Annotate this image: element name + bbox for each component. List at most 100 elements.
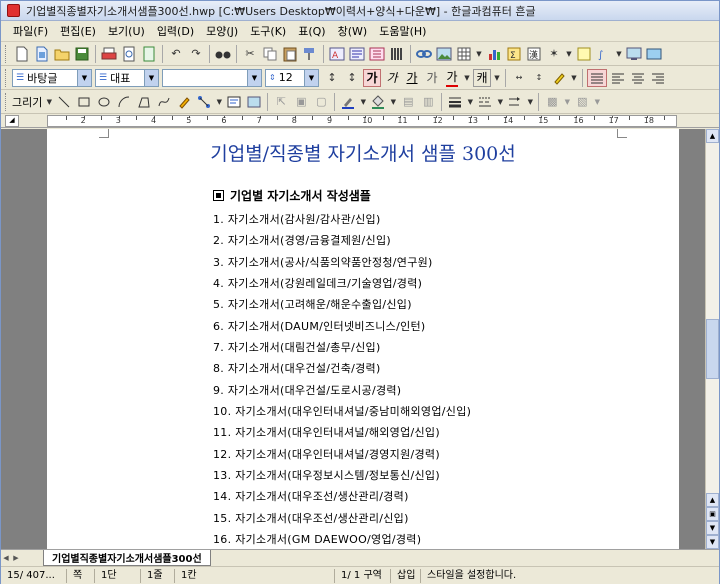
group-icon[interactable]: ▣ [292,93,310,111]
paste-icon[interactable] [281,45,299,63]
undo-icon[interactable]: ↶ [167,45,185,63]
shadow-icon[interactable]: ▩ [543,93,561,111]
dropdown-arrow-icon[interactable]: ▼ [526,93,534,111]
template-icon[interactable] [33,45,51,63]
web-view-icon[interactable] [625,45,643,63]
find-binoculars-icon[interactable] [214,45,232,63]
chevron-down-icon[interactable]: ▼ [304,69,318,86]
rectangle-tool-icon[interactable] [75,93,93,111]
ruler-bars-icon[interactable] [388,45,406,63]
bring-front-icon[interactable]: ▤ [399,93,417,111]
document-tab[interactable]: 기업별직종별자기소개서샘플300선 [43,550,211,566]
print-icon[interactable] [100,45,118,63]
menu-file[interactable]: 파일(F) [7,23,54,39]
align-left-button[interactable] [609,69,627,87]
outline-button[interactable]: 가 [423,69,441,87]
line-color-icon[interactable] [339,93,357,111]
line-tool-icon[interactable] [55,93,73,111]
picture-icon[interactable] [435,45,453,63]
vertical-scrollbar[interactable]: ▲ ▲ ▣ ▼ ▼ [705,129,719,549]
line-thickness-icon[interactable] [446,93,464,111]
dropdown-arrow-icon[interactable]: ▼ [463,69,471,87]
link-icon[interactable] [415,45,433,63]
menu-help[interactable]: 도움말(H) [373,23,432,39]
page-setup-icon[interactable] [140,45,158,63]
underline-button[interactable]: 가 [403,69,421,87]
block-compute-icon[interactable]: Σ [505,45,523,63]
dropdown-arrow-icon[interactable]: ▼ [475,45,483,63]
new-document-icon[interactable] [13,45,31,63]
toolbar-grip[interactable] [5,44,8,63]
char-spacing-icon[interactable]: ↔ [510,69,528,87]
hwp-app-icon[interactable] [7,4,20,17]
style-select[interactable]: ☰ 바탕글 ▼ [12,68,92,87]
scroll-up-icon[interactable]: ▲ [706,129,719,143]
align-right-button[interactable] [649,69,667,87]
document-page[interactable]: 기업별/직종별 자기소개서 샘플 300선 기업별 자기소개서 작성샘플 1. … [47,129,679,549]
toolbar-grip[interactable] [5,68,8,87]
highlighter-icon[interactable] [550,69,568,87]
fill-color-icon[interactable] [369,93,387,111]
curve-tool-icon[interactable] [155,93,173,111]
decrease-font-icon[interactable]: ↕ [323,69,341,87]
copy-icon[interactable] [261,45,279,63]
ellipse-tool-icon[interactable] [95,93,113,111]
horizontal-ruler[interactable]: 2 3 4 5 6 7 8 9 10 11 12 13 14 15 16 17 18 [47,115,677,127]
page-up-icon[interactable]: ▲ [706,493,719,507]
cut-icon[interactable]: ✂ [241,45,259,63]
increase-font-icon[interactable]: ↕ [343,69,361,87]
chart-icon[interactable] [485,45,503,63]
table-icon[interactable] [455,45,473,63]
dropdown-arrow-icon[interactable]: ▼ [593,93,601,111]
pencil-tool-icon[interactable] [175,93,193,111]
toolbar-grip[interactable] [5,92,8,111]
dropdown-arrow-icon[interactable]: ▼ [565,45,573,63]
tab-type-button[interactable]: ◢ [5,115,19,127]
save-icon[interactable] [73,45,91,63]
dropdown-arrow-icon[interactable]: ▼ [45,93,53,111]
page-down-icon[interactable]: ▼ [706,521,719,535]
select-object-icon[interactable]: ⇱ [272,93,290,111]
polygon-tool-icon[interactable] [135,93,153,111]
ungroup-icon[interactable]: ▢ [312,93,330,111]
scroll-down-icon[interactable]: ▼ [706,535,719,549]
chevron-down-icon[interactable]: ▼ [247,69,261,86]
chevron-down-icon[interactable]: ▼ [144,69,158,86]
arrow-style-icon[interactable] [506,93,524,111]
font-size-select[interactable]: ⇕ 12 ▼ [265,68,319,87]
chevron-down-icon[interactable]: ▼ [77,69,91,86]
line-style-icon[interactable] [476,93,494,111]
char-width-icon[interactable]: ↕ [530,69,548,87]
dropdown-arrow-icon[interactable]: ▼ [615,45,623,63]
open-folder-icon[interactable] [53,45,71,63]
send-back-icon[interactable]: ▥ [419,93,437,111]
dropdown-arrow-icon[interactable]: ▼ [389,93,397,111]
redo-icon[interactable]: ↷ [187,45,205,63]
tab-next-icon[interactable]: ▶ [11,552,21,565]
arc-tool-icon[interactable] [115,93,133,111]
menu-edit[interactable]: 편집(E) [54,23,102,39]
dropdown-arrow-icon[interactable]: ▼ [493,69,501,87]
dropdown-arrow-icon[interactable]: ▼ [563,93,571,111]
dropdown-arrow-icon[interactable]: ▼ [215,93,223,111]
char-shape-icon[interactable]: A [328,45,346,63]
menu-tools[interactable]: 도구(K) [244,23,292,39]
help-icon[interactable] [645,45,663,63]
bold-button[interactable]: 가 [363,68,381,87]
align-center-button[interactable] [629,69,647,87]
menu-view[interactable]: 보기(U) [102,23,151,39]
char-shape-button[interactable]: 캐 [473,68,491,87]
scroll-thumb[interactable] [706,319,719,379]
menu-insert[interactable]: 입력(D) [151,23,200,39]
connector-tool-icon[interactable] [195,93,213,111]
image-tool-icon[interactable] [245,93,263,111]
tab-first-icon[interactable]: ◀ [1,552,11,565]
dropdown-arrow-icon[interactable]: ▼ [466,93,474,111]
textbox-tool-icon[interactable] [225,93,243,111]
para-shape-icon[interactable] [348,45,366,63]
3d-effect-icon[interactable]: ▧ [573,93,591,111]
text-color-button[interactable]: 가 [443,69,461,87]
font-language-select[interactable]: ☰ 대표 ▼ [95,68,159,87]
dropdown-arrow-icon[interactable]: ▼ [496,93,504,111]
dropdown-arrow-icon[interactable]: ▼ [570,69,578,87]
